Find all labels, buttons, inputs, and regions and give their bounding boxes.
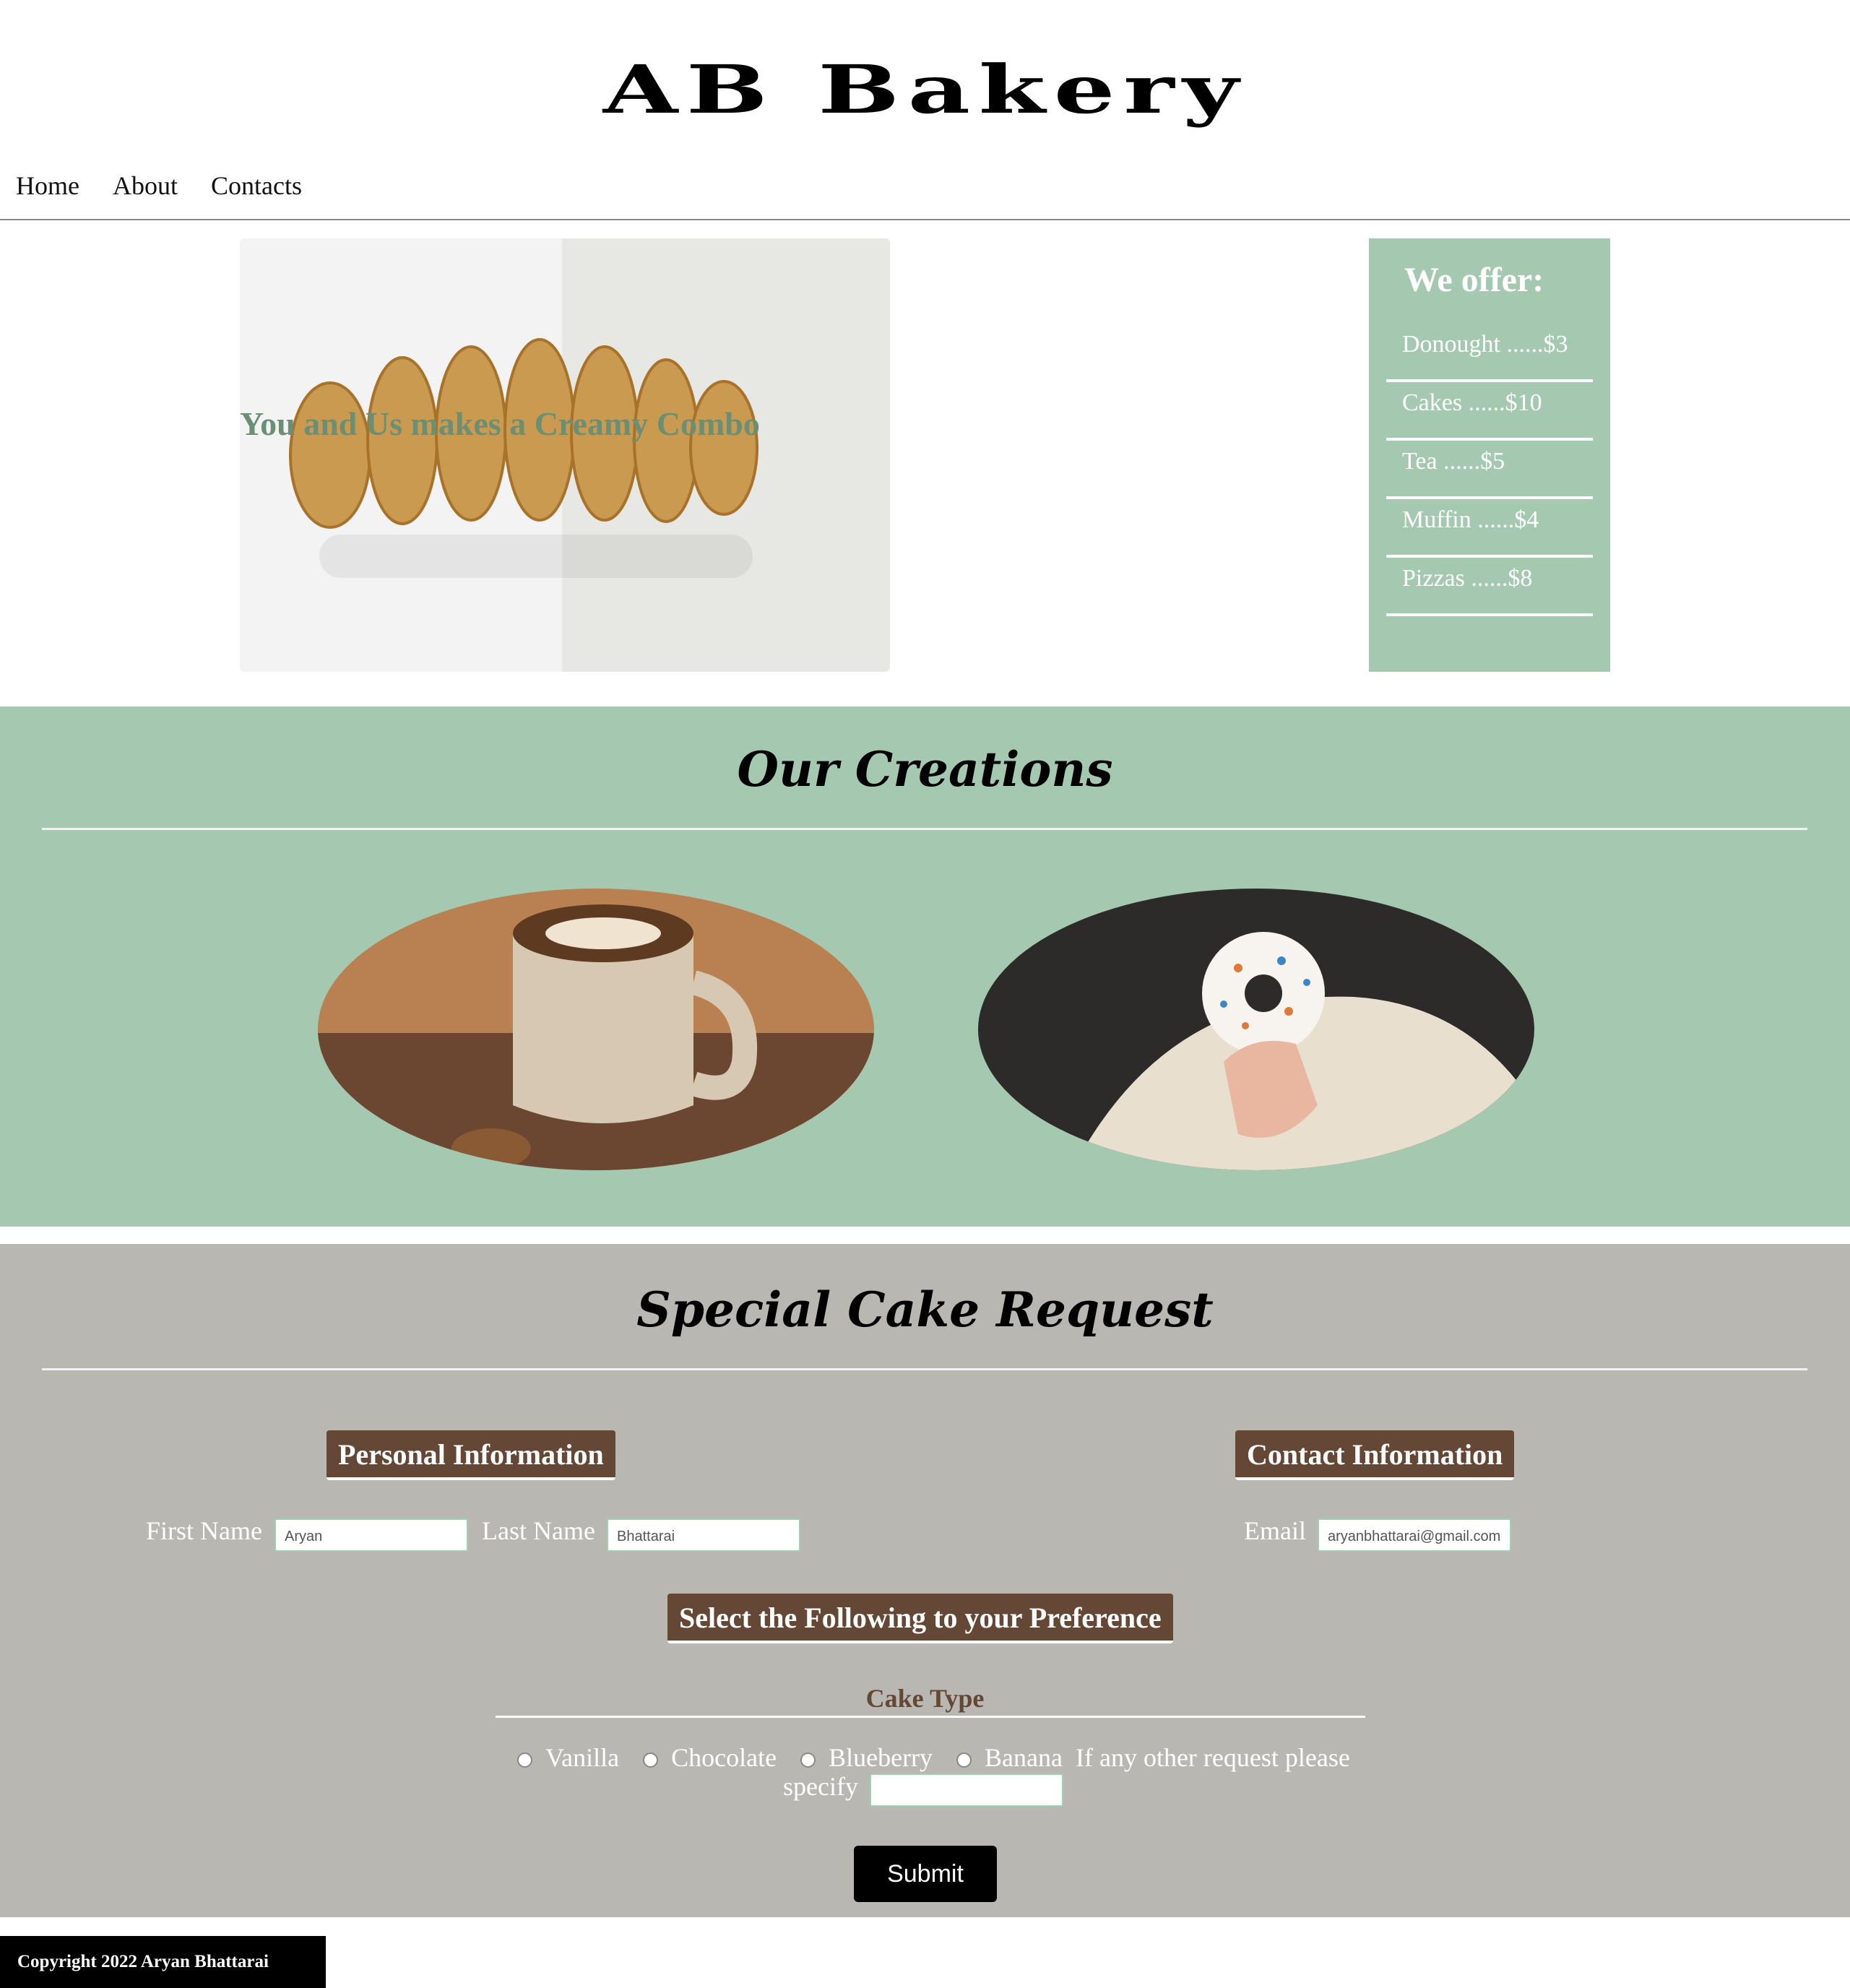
footer-copyright: Copyright 2022 Aryan Bhattarai: [0, 1936, 326, 1988]
personal-info-heading: Personal Information: [327, 1430, 615, 1480]
request-divider: [42, 1368, 1807, 1370]
other-request-label: If any other request please: [1076, 1743, 1350, 1772]
chocolate-label: Chocolate: [671, 1743, 777, 1772]
chocolate-radio[interactable]: [643, 1753, 659, 1768]
blueberry-label: Blueberry: [829, 1743, 933, 1772]
cake-type-options: Vanilla Chocolate Blueberry Banana If an…: [0, 1742, 1850, 1773]
contact-info-heading: Contact Information: [1235, 1430, 1515, 1480]
submit-button[interactable]: Submit: [854, 1846, 997, 1902]
site-logo: AB Bakery: [602, 51, 1248, 129]
banana-radio[interactable]: [956, 1753, 972, 1768]
offer-item: Donought ......$3: [1386, 324, 1593, 382]
first-name-field[interactable]: Aryan: [275, 1518, 468, 1552]
last-name-field[interactable]: Bhattarai: [607, 1518, 800, 1552]
coffee-image: [318, 889, 874, 1170]
other-request-field[interactable]: [870, 1773, 1063, 1807]
cake-type-heading: Cake Type: [865, 1684, 985, 1713]
first-name-label: First Name: [146, 1516, 262, 1545]
hero-bread-image: [240, 238, 890, 672]
nav-home-link[interactable]: Home: [16, 170, 79, 201]
offer-panel: We offer: Donought ......$3 Cakes ......…: [1369, 238, 1610, 672]
vanilla-radio[interactable]: [517, 1753, 533, 1768]
preference-heading: Select the Following to your Preference: [667, 1594, 1173, 1643]
offer-heading: We offer:: [1404, 261, 1544, 299]
blueberry-radio[interactable]: [800, 1753, 816, 1768]
last-name-label: Last Name: [482, 1516, 595, 1545]
request-title: Special Cake Request: [636, 1282, 1214, 1338]
nav-divider: [0, 219, 1850, 220]
creations-title: Our Creations: [737, 741, 1113, 798]
creations-section: Our Creations: [0, 706, 1850, 1227]
banana-label: Banana: [985, 1743, 1063, 1772]
nav-about-link[interactable]: About: [113, 170, 178, 201]
donut-image: [978, 889, 1534, 1170]
nav-contacts-link[interactable]: Contacts: [211, 170, 302, 201]
email-field[interactable]: aryanbhattarai@gmail.com: [1318, 1518, 1511, 1552]
offer-item: Muffin ......$4: [1386, 499, 1593, 558]
cake-type-divider: [496, 1716, 1365, 1718]
offer-item: Pizzas ......$8: [1386, 558, 1593, 616]
offer-list: Donought ......$3 Cakes ......$10 Tea ..…: [1386, 324, 1593, 616]
offer-item: Tea ......$5: [1386, 441, 1593, 499]
email-label: Email: [1244, 1516, 1306, 1545]
vanilla-label: Vanilla: [545, 1743, 620, 1772]
hero-tagline: You and Us makes a Creamy Combo: [240, 405, 760, 442]
other-request-label-cont: specify: [783, 1772, 858, 1801]
cake-request-section: Special Cake Request Personal Informatio…: [0, 1244, 1850, 1917]
main-nav: Home About Contacts: [16, 170, 302, 201]
creations-divider: [42, 828, 1807, 830]
offer-item: Cakes ......$10: [1386, 382, 1593, 441]
